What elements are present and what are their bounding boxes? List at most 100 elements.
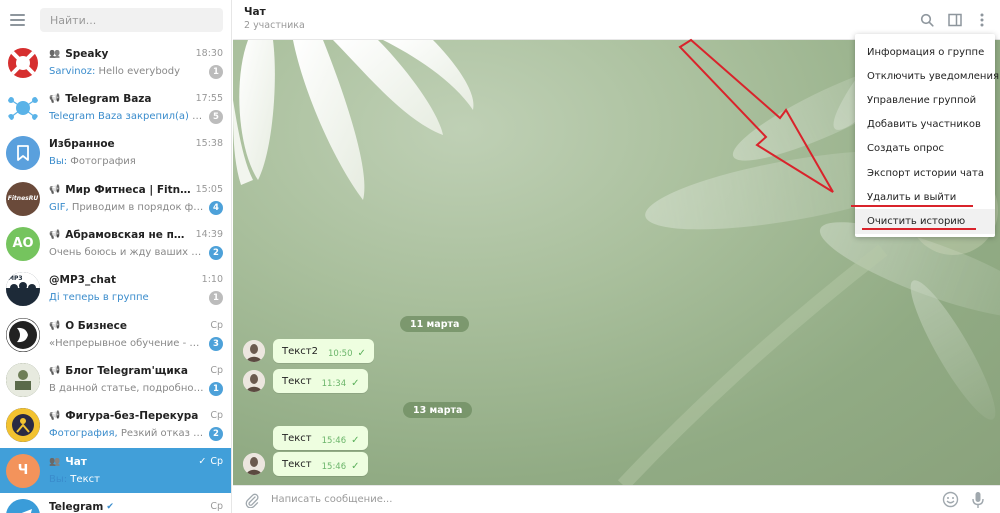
date-separator: 11 марта bbox=[400, 316, 470, 332]
avatar[interactable] bbox=[243, 370, 265, 392]
avatar bbox=[6, 45, 40, 80]
avatar: АО bbox=[6, 226, 40, 261]
chat-preview-sender: Sarvinoz: bbox=[49, 66, 96, 77]
menu-item-group-info[interactable]: Информация о группе bbox=[855, 40, 995, 64]
megaphone-icon: 📢 bbox=[49, 365, 61, 376]
message-time: 11:34 bbox=[321, 378, 347, 389]
chat-preview-text: «Непрерывное обучение - мини... bbox=[49, 338, 205, 349]
message-time: 15:46 bbox=[321, 461, 347, 472]
message-text: Текст2 bbox=[282, 345, 318, 357]
chat-preview-sender: Вы: bbox=[49, 156, 68, 167]
megaphone-icon: 📢 bbox=[49, 93, 61, 104]
microphone-icon[interactable] bbox=[964, 486, 992, 513]
chat-preview: Фотография, Резкий отказ от саха... bbox=[49, 428, 205, 439]
megaphone-icon: 📢 bbox=[49, 229, 61, 240]
sidebar-toggle-icon[interactable] bbox=[944, 9, 966, 31]
avatar bbox=[6, 135, 40, 170]
chat-name: Telegram Baza bbox=[65, 92, 152, 105]
double-check-icon: ✓ bbox=[351, 377, 360, 389]
chat-preview: Sarvinoz: Hello everybody bbox=[49, 66, 205, 77]
chat-list-item[interactable]: 👥 Speaky 18:30 Sarvinoz: Hello everybody 1 bbox=[0, 40, 231, 85]
avatar-initials: Ч bbox=[17, 463, 29, 478]
chat-time: Ср bbox=[210, 410, 223, 421]
chat-name: @MP3_chat bbox=[49, 273, 117, 286]
chat-preview-sender: Фотография, bbox=[49, 428, 118, 439]
chat-list-item[interactable]: АО 📢 Абрамовская не про обра... 14:39 Очень … bbox=[0, 221, 231, 266]
menu-item-mute[interactable]: Отключить уведомления bbox=[855, 64, 999, 88]
chat-list-item[interactable]: 📢 Фигура-без-Перекура Ср Фотография, Резкий… bbox=[0, 402, 231, 447]
message-bubble[interactable]: Текст2 10:50 ✓ bbox=[273, 339, 374, 363]
message-input[interactable] bbox=[267, 486, 936, 513]
megaphone-icon: 📢 bbox=[49, 320, 61, 331]
menu-item-clear-history[interactable]: Очистить историю bbox=[855, 209, 995, 234]
chat-time: Ср bbox=[210, 501, 223, 512]
search-input[interactable] bbox=[40, 8, 223, 32]
avatar-initials: АО bbox=[12, 236, 34, 251]
emoji-icon[interactable] bbox=[936, 486, 964, 513]
chat-list-item[interactable]: Telegram ✔ Ср bbox=[0, 493, 231, 513]
unread-badge: 5 bbox=[209, 109, 223, 124]
chat-list-item[interactable]: FitnesRU 📢 Мир Фитнеса | FitnessRU 15:05 GIF… bbox=[0, 176, 231, 221]
chat-list-item[interactable]: 📢 Telegram Baza 17:55 Telegram Baza закрепи… bbox=[0, 85, 231, 130]
menu-item-manage-group[interactable]: Управление группой bbox=[855, 88, 995, 112]
composer-bar bbox=[233, 485, 1000, 513]
menu-item-add-members[interactable]: Добавить участников bbox=[855, 113, 995, 137]
avatar: Ч bbox=[6, 453, 40, 488]
chat-list-item[interactable]: Ч 👥 Чат ✓ Ср Вы: Текст bbox=[0, 448, 231, 493]
chat-preview: Очень боюсь и жду ваших совет... bbox=[49, 247, 205, 258]
chat-time: 18:30 bbox=[195, 48, 223, 59]
message-time: 10:50 bbox=[328, 348, 353, 359]
unread-badge: 2 bbox=[209, 426, 223, 441]
avatar[interactable] bbox=[243, 340, 265, 362]
avatar bbox=[6, 317, 40, 352]
megaphone-icon: 📢 bbox=[49, 410, 61, 421]
chat-list-item[interactable]: Избранное 15:38 Вы: Фотография bbox=[0, 130, 231, 175]
chat-preview: Telegram Baza закрепил(а) «Добр... bbox=[49, 111, 205, 122]
chat-preview-text: Резкий отказ от саха... bbox=[120, 428, 205, 439]
message-text: Текст bbox=[282, 375, 312, 387]
avatar bbox=[6, 498, 40, 513]
chat-preview: «Непрерывное обучение - мини... bbox=[49, 338, 205, 349]
message-text: Текст bbox=[282, 432, 312, 444]
chat-title[interactable]: Чат bbox=[244, 6, 1000, 18]
chat-preview: GIF, Приводим в порядок фигуру... bbox=[49, 202, 205, 213]
chat-time: Ср bbox=[210, 456, 223, 467]
avatar[interactable] bbox=[243, 453, 265, 475]
chat-member-count: 2 участника bbox=[244, 20, 305, 31]
avatar bbox=[6, 362, 40, 397]
chat-preview-sender: GIF, bbox=[49, 202, 69, 213]
double-check-icon: ✓ bbox=[198, 456, 207, 467]
chat-preview: Вы: Фотография bbox=[49, 156, 223, 167]
group-icon: 👥 bbox=[49, 48, 61, 59]
svg-text:MP3: MP3 bbox=[8, 275, 23, 282]
paperclip-icon[interactable] bbox=[237, 486, 267, 513]
sidebar-top-bar bbox=[0, 0, 231, 40]
chat-name: Чат bbox=[65, 455, 87, 468]
menu-item-export-history[interactable]: Экспорт истории чата bbox=[855, 161, 995, 185]
double-check-icon: ✓ bbox=[351, 460, 360, 472]
message-bubble[interactable]: Текст 11:34 ✓ bbox=[273, 369, 368, 393]
message-text: Текст bbox=[282, 458, 312, 470]
unread-badge: 1 bbox=[209, 290, 223, 305]
menu-item-create-poll[interactable]: Создать опрос bbox=[855, 137, 995, 161]
hamburger-icon[interactable] bbox=[10, 9, 32, 31]
message-bubble[interactable]: Текст 15:46 ✓ bbox=[273, 426, 368, 450]
message-bubble[interactable]: Текст 15:46 ✓ bbox=[273, 452, 368, 476]
search-icon[interactable] bbox=[916, 9, 938, 31]
chat-preview-text: Hello everybody bbox=[95, 66, 181, 77]
unread-badge: 4 bbox=[209, 200, 223, 215]
unread-badge: 2 bbox=[209, 245, 223, 260]
chat-name: Фигура-без-Перекура bbox=[65, 409, 199, 422]
chat-time: 15:38 bbox=[195, 138, 223, 149]
chat-preview-text: Текст bbox=[67, 474, 100, 485]
avatar: FitnesRU bbox=[6, 181, 40, 216]
chat-name: Telegram bbox=[49, 500, 104, 513]
chat-preview: Ді теперь в группе bbox=[49, 292, 205, 303]
menu-item-delete-and-leave[interactable]: Удалить и выйти bbox=[855, 185, 995, 209]
chat-list-item[interactable]: 📢 О Бизнесе Ср «Непрерывное обучение - мини… bbox=[0, 312, 231, 357]
double-check-icon: ✓ bbox=[357, 347, 366, 359]
chat-name: Избранное bbox=[49, 137, 115, 150]
chat-list-item[interactable]: 📢 Блог Telegram'щика Ср В данной статье, по… bbox=[0, 357, 231, 402]
chat-list-item[interactable]: MP3 @MP3_chat 1:10 Ді теперь в группе 1 bbox=[0, 266, 231, 311]
more-vertical-icon[interactable] bbox=[971, 9, 993, 31]
